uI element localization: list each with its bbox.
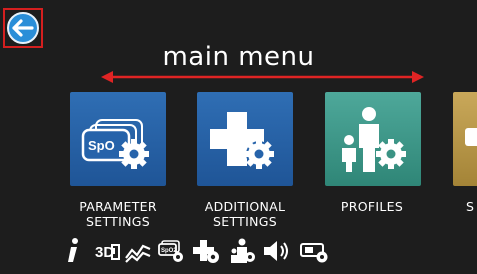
back-arrow-icon [7, 12, 39, 44]
device-settings-icon[interactable] [300, 240, 330, 264]
additional-settings-tile[interactable] [197, 92, 293, 186]
parameter-settings-label: PARAMETER SETTINGS [53, 199, 183, 229]
main-menu-screen: main menu SpO PARAMETER SETTINGS ADDITIO… [0, 0, 477, 274]
trend-icon[interactable] [124, 240, 152, 264]
bottom-icon-bar: 3D SpO2 [60, 236, 477, 266]
double-arrow-icon [101, 71, 424, 83]
spo2-gear-icon: SpO [81, 119, 149, 169]
plus-settings-icon[interactable] [192, 238, 220, 264]
label-line: SETTINGS [213, 214, 277, 229]
profiles-label: PROFILES [307, 199, 437, 214]
profiles-tile[interactable] [325, 92, 421, 186]
plus-gear-icon [210, 112, 274, 169]
label-line: SETTINGS [86, 214, 150, 229]
label-line: ADDITIONAL [204, 199, 286, 214]
page-title: main menu [162, 42, 315, 72]
volume-icon[interactable] [262, 239, 292, 263]
partial-tile[interactable] [453, 92, 477, 186]
3d-monitor-icon[interactable]: 3D [95, 240, 121, 264]
partial-tile-icon [465, 128, 477, 146]
label-line: S [466, 199, 475, 214]
info-icon[interactable] [64, 236, 82, 266]
partial-tile-label: S [466, 199, 477, 214]
svg-text:SpO: SpO [88, 138, 115, 153]
family-gear-icon [342, 107, 406, 172]
label-line: PROFILES [340, 199, 404, 214]
additional-settings-label: ADDITIONAL SETTINGS [180, 199, 310, 229]
spo2-settings-icon[interactable]: SpO2 [158, 239, 184, 263]
label-line: PARAMETER [79, 199, 157, 214]
profile-settings-icon[interactable] [228, 237, 256, 265]
parameter-settings-tile[interactable]: SpO [70, 92, 166, 186]
